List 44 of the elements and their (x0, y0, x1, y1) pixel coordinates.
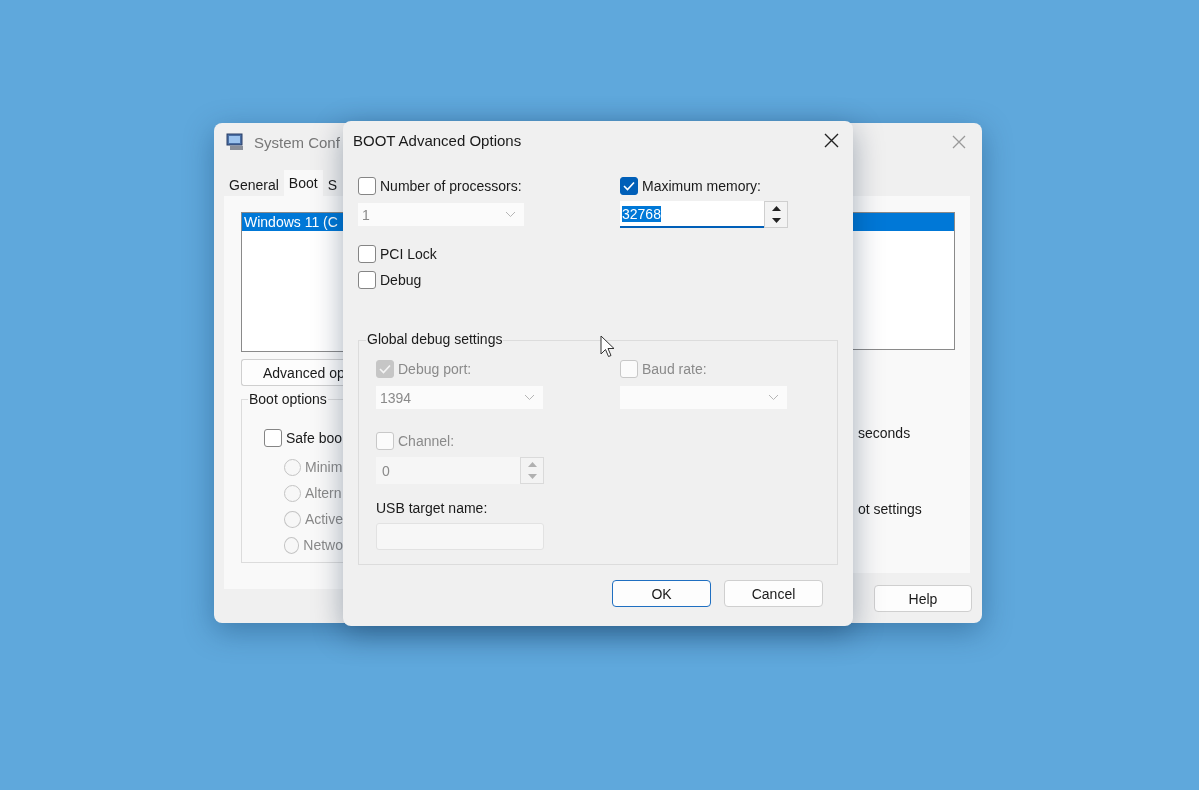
tab[interactable]: Boot (283, 170, 323, 196)
computer-icon (226, 133, 245, 151)
radio-label: Active (304, 511, 343, 527)
dialog-button[interactable]: OK (612, 580, 711, 607)
help-button[interactable]: Help (874, 585, 972, 612)
checkbox-label: Baud rate: (642, 361, 707, 377)
checkbox-label: Debug (380, 272, 422, 288)
checkbox-label: PCI Lock (380, 246, 437, 262)
chevron-down-icon (524, 394, 535, 401)
triangle-down-icon (771, 218, 781, 224)
dialog-title: BOOT Advanced Options (353, 131, 522, 149)
checkbox-label: Channel: (398, 433, 455, 449)
checkbox[interactable] (358, 245, 376, 263)
radio-label: Altern (305, 485, 342, 501)
dialog-button[interactable]: Cancel (724, 580, 823, 607)
checkbox[interactable] (620, 177, 638, 195)
chevron-down-icon (505, 211, 516, 218)
group-title: Boot options (248, 391, 328, 407)
checkbox-label: Debug port: (398, 361, 472, 377)
tab[interactable]: S (322, 174, 342, 196)
triangle-down-icon (527, 474, 537, 480)
checkmark-icon (623, 181, 635, 191)
checkbox-label: Safe boo (286, 430, 343, 446)
mouse-pointer-icon (600, 335, 616, 359)
label: seconds (857, 425, 912, 441)
close-icon[interactable] (824, 132, 839, 148)
list-item[interactable]: Windows 11 (C (242, 213, 343, 231)
radio-label: Netwo (303, 537, 343, 553)
checkbox[interactable] (358, 271, 376, 289)
field-label: USB target name: (376, 500, 488, 516)
checkbox[interactable] (264, 429, 282, 447)
group-title: Global debug settings (366, 331, 504, 347)
dropdown[interactable] (620, 386, 787, 409)
radio-label: Minim (305, 459, 343, 475)
number-field[interactable]: 32768 (620, 201, 764, 228)
triangle-up-icon (527, 461, 537, 467)
label: ot settings (857, 501, 923, 517)
checkbox-label: Number of processors: (380, 178, 522, 194)
chevron-down-icon (768, 394, 779, 401)
checkbox-label: Maximum memory: (642, 178, 761, 194)
triangle-up-icon (771, 205, 781, 211)
tab[interactable]: General (224, 174, 284, 196)
checkmark-icon (379, 364, 391, 374)
window-title: System Conf (254, 133, 340, 151)
